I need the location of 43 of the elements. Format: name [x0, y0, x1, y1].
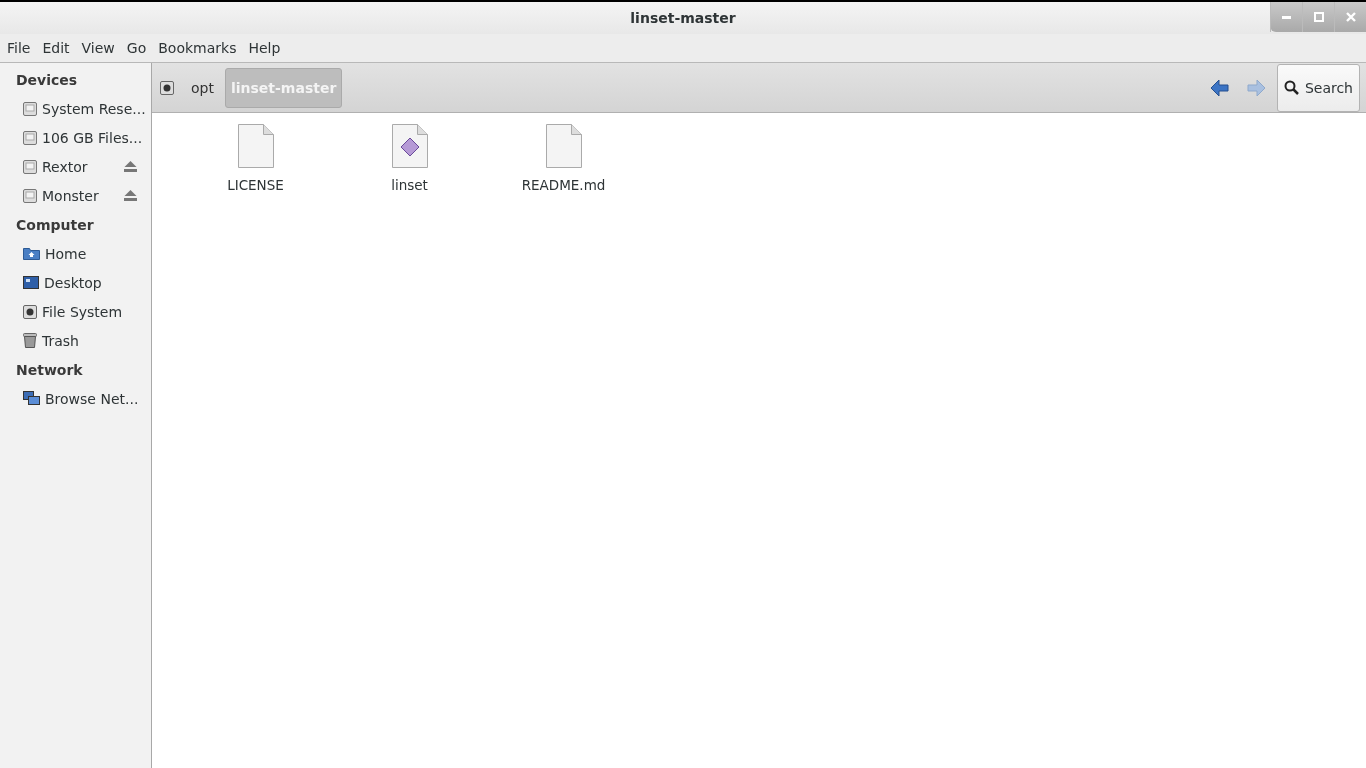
menu-item[interactable]: Go: [120, 40, 153, 56]
sidebar-item[interactable]: 106 GB Files...: [42, 129, 151, 146]
sidebar-item[interactable]: Browse Net...: [45, 390, 151, 407]
sidebar-item[interactable]: Rextor: [42, 158, 119, 175]
menu-item[interactable]: Help: [242, 40, 287, 56]
script-file-icon: [390, 124, 429, 169]
sidebar-section-title: Computer: [15, 216, 95, 235]
sidebar-section-title: Devices: [15, 71, 79, 90]
right-arrow-icon: [1245, 78, 1266, 97]
window-title: linset-master: [630, 10, 736, 26]
menu-item[interactable]: Edit: [36, 40, 76, 56]
file-name[interactable]: README.md: [521, 177, 606, 193]
sidebar-item[interactable]: System Rese...: [42, 100, 151, 117]
drive-icon: [23, 159, 37, 174]
desktop-icon: [23, 276, 39, 289]
menu-item[interactable]: Bookmarks: [152, 40, 243, 56]
trash-icon: [23, 333, 37, 348]
sidebar-item[interactable]: Monster: [42, 187, 119, 204]
path-button[interactable]: opt: [186, 68, 219, 107]
maximize-icon: [1313, 12, 1324, 22]
document-icon: [236, 124, 275, 169]
document-icon: [544, 124, 583, 169]
eject-icon[interactable]: [124, 161, 137, 172]
sidebar-item[interactable]: File System: [42, 303, 151, 320]
file-name[interactable]: LICENSE: [227, 177, 284, 193]
menu-item[interactable]: View: [75, 40, 121, 56]
home-folder-icon: [23, 247, 40, 260]
left-arrow-icon: [1209, 78, 1230, 97]
sidebar-item[interactable]: Trash: [42, 332, 151, 349]
network-computers-icon: [23, 391, 40, 406]
menu-item[interactable]: File: [1, 40, 37, 56]
eject-icon[interactable]: [124, 190, 137, 201]
sidebar-section-title: Network: [15, 361, 84, 380]
close-icon: [1345, 12, 1356, 22]
drive-icon: [23, 101, 37, 116]
sidebar-item[interactable]: Desktop: [44, 274, 151, 291]
drive-icon: [23, 188, 37, 203]
file-name[interactable]: linset: [391, 177, 428, 193]
search-icon: [1283, 80, 1299, 95]
sidebar-item[interactable]: Home: [45, 245, 151, 262]
minimize-icon: [1282, 15, 1291, 19]
search-button[interactable]: Search: [1276, 63, 1360, 112]
drive-icon: [23, 130, 37, 145]
